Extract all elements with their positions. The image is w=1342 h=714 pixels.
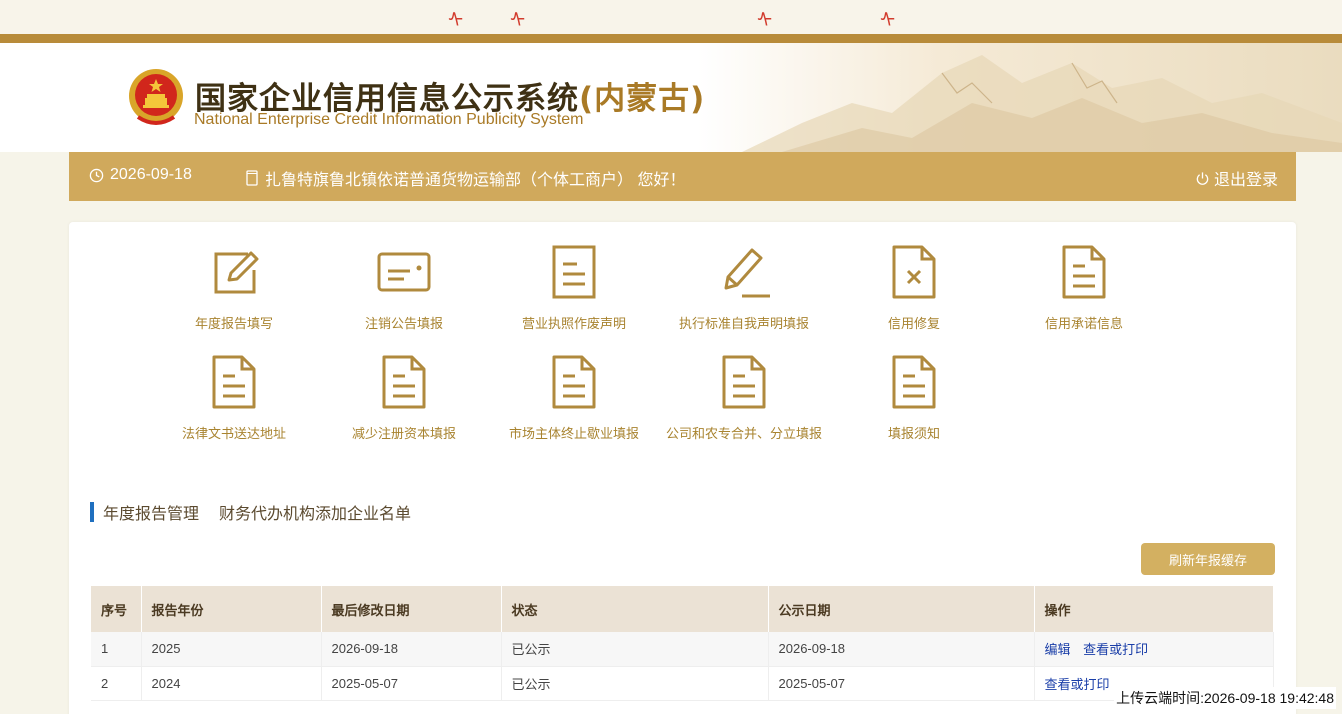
pencil-icon [724,248,770,298]
site-header: 国家企业信用信息公示系统(内蒙古) National Enterprise Cr… [0,43,1342,152]
menu-label: 法律文书送达地址 [181,426,286,441]
edit-link[interactable]: 编辑 [1045,642,1071,657]
cell-modified: 2025-05-07 [321,666,502,701]
annual-report-table: 序号 报告年份 最后修改日期 状态 公示日期 操作 1 2025 2026-09… [91,586,1274,701]
mongolian-script-decor: ᠰ [880,8,896,32]
mountain-background-icon [742,55,1342,152]
id-card-icon [377,252,431,292]
document-lines-icon [552,355,596,409]
document-lines-icon [892,355,936,409]
mongolian-script-decor: ᠰ [448,8,464,32]
cell-year: 2025 [141,632,322,667]
cell-published: 2025-05-07 [768,666,1035,701]
document-lines-icon [722,355,766,409]
menu-credit-repair[interactable]: 信用修复 [829,244,999,332]
document-icon [552,245,596,299]
column-header: 报告年份 [141,586,322,632]
menu-label: 执行标准自我声明填报 [678,316,809,331]
menu-label: 公司和农专合并、分立填报 [665,426,822,441]
menu-credit-commitment[interactable]: 信用承诺信息 [999,244,1169,332]
menu-label: 填报须知 [887,426,940,441]
cell-no: 2 [91,666,142,701]
column-header: 最后修改日期 [321,586,502,632]
active-tab-marker [90,502,94,522]
column-header: 操作 [1034,586,1274,632]
menu-label: 市场主体终止歇业填报 [508,426,639,441]
cell-published: 2026-09-18 [768,632,1035,667]
table-row: 2 2024 2025-05-07 已公示 2025-05-07 查看或打印 [91,666,1274,701]
menu-capital-reduction[interactable]: 减少注册资本填报 [319,354,489,442]
menu-label: 信用修复 [887,316,940,331]
menu-license-invalidation[interactable]: 营业执照作废声明 [489,244,659,332]
menu-label: 年度报告填写 [194,316,273,331]
cell-modified: 2026-09-18 [321,632,502,667]
cell-status: 已公示 [501,632,769,667]
menu-label: 注销公告填报 [364,316,443,331]
tab-annual-report-management[interactable]: 年度报告管理 [103,500,199,524]
menu-label: 信用承诺信息 [1044,316,1123,331]
greeting-text: 扎鲁特旗鲁北镇依诺普通货物运输部（个体工商户） 您好！ [265,172,686,189]
table-row: 1 2025 2026-09-18 已公示 2026-09-18 编辑 查看或打… [91,632,1274,667]
tab-agency-company-list[interactable]: 财务代办机构添加企业名单 [219,500,411,524]
power-icon [1196,171,1209,185]
logout-button[interactable]: 退出登录 [1195,166,1278,190]
mongolian-script-decor: ᠰ [757,8,773,32]
document-x-icon [892,245,936,299]
cell-status: 已公示 [501,666,769,701]
phone-icon [246,170,258,186]
menu-standard-self-declaration[interactable]: 执行标准自我声明填报 [659,244,829,332]
header-gold-rule [0,34,1342,43]
column-header: 状态 [501,586,769,632]
user-bar: 2026-09-18 扎鲁特旗鲁北镇依诺普通货物运输部（个体工商户） 您好！ 退… [69,152,1296,201]
column-header: 公示日期 [768,586,1035,632]
upload-timestamp: 上传云端时间:2026-09-18 19:42:48 [1114,687,1336,709]
view-print-link[interactable]: 查看或打印 [1083,642,1148,657]
menu-legal-service-address[interactable]: 法律文书送达地址 [149,354,319,442]
cell-year: 2024 [141,666,322,701]
menu-filing-instructions[interactable]: 填报须知 [829,354,999,442]
menu-merger-division[interactable]: 公司和农专合并、分立填报 [659,354,829,442]
national-emblem-icon [129,69,183,125]
logout-label: 退出登录 [1213,172,1278,189]
view-print-link[interactable]: 查看或打印 [1045,677,1110,692]
main-panel: 年度报告填写 注销公告填报 营业执照作废声明 执行标准自我声明填报 信用修复 信… [69,222,1296,714]
table-header-row: 序号 报告年份 最后修改日期 状态 公示日期 操作 [91,586,1274,632]
clock-icon [89,168,104,182]
edit-icon [214,251,259,294]
site-subtitle: National Enterprise Credit Information P… [194,111,584,128]
menu-annual-report-fill[interactable]: 年度报告填写 [149,244,319,332]
mongolian-script-decor: ᠰ [510,8,526,32]
menu-label: 营业执照作废声明 [521,316,626,331]
top-decor-strip: ᠰ ᠰ ᠰ ᠰ [0,0,1342,34]
column-header: 序号 [91,586,142,632]
document-lines-icon [1062,245,1106,299]
document-lines-icon [382,355,426,409]
site-title-region: (内蒙古) [579,81,706,117]
cell-no: 1 [91,632,142,667]
menu-label: 减少注册资本填报 [351,426,456,441]
cell-actions: 编辑 查看或打印 [1034,632,1274,667]
section-tabs: 年度报告管理 财务代办机构添加企业名单 [90,500,431,524]
refresh-cache-button[interactable]: 刷新年报缓存 [1141,543,1275,575]
date-display: 2026-09-18 [89,166,192,184]
menu-cancellation-notice[interactable]: 注销公告填报 [319,244,489,332]
user-greeting: 扎鲁特旗鲁北镇依诺普通货物运输部（个体工商户） 您好！ [245,166,685,190]
current-date: 2026-09-18 [110,166,192,183]
document-lines-icon [212,355,256,409]
menu-business-suspension[interactable]: 市场主体终止歇业填报 [489,354,659,442]
